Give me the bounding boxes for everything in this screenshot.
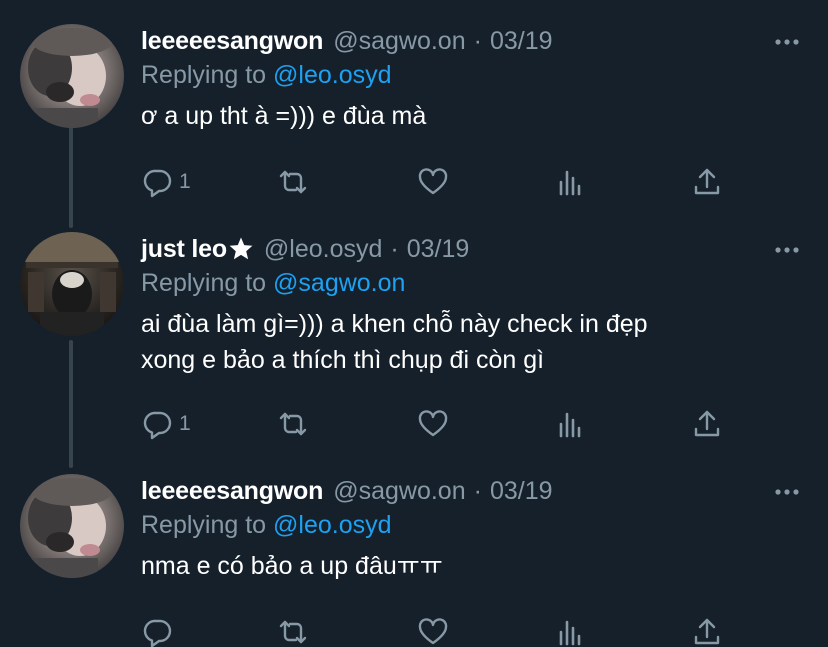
reply-count: 1 <box>179 412 191 435</box>
replying-to-line: Replying to @leo.osyd <box>141 508 801 542</box>
tweet[interactable]: leeeeesangwon @sagwo.on · 03/19 Replying… <box>0 474 828 647</box>
tweet-text: ai đùa làm gì=))) a khen chỗ này check i… <box>141 310 648 374</box>
analytics-bars-icon <box>555 616 587 647</box>
analytics-button[interactable] <box>555 614 587 647</box>
retweet-icon <box>277 616 309 647</box>
like-button[interactable] <box>417 406 449 442</box>
tweet-content: leeeeesangwon @sagwo.on · 03/19 Replying… <box>141 24 801 134</box>
user-handle[interactable]: @sagwo.on <box>333 477 465 506</box>
tweet-header: leeeeesangwon @sagwo.on · 03/19 <box>141 474 801 508</box>
analytics-bars-icon <box>555 408 587 440</box>
tweet-text: ơ a up tht à =))) e đùa mà <box>141 102 427 130</box>
share-button[interactable] <box>691 614 723 647</box>
display-name[interactable]: leeeeesangwon <box>141 477 323 506</box>
replying-to-mention[interactable]: @sagwo.on <box>273 269 405 297</box>
separator-dot: · <box>390 234 399 263</box>
more-dots-icon[interactable] <box>773 240 801 260</box>
replying-to-label: Replying to <box>141 511 274 539</box>
tweet-header: leeeeesangwon @sagwo.on · 03/19 <box>141 24 801 58</box>
reply-bubble-icon <box>141 166 173 198</box>
retweet-button[interactable] <box>277 406 309 442</box>
display-name[interactable]: leeeeesangwon <box>141 27 323 56</box>
replying-to-line: Replying to @sagwo.on <box>141 266 801 300</box>
like-button[interactable] <box>417 164 449 200</box>
reply-button[interactable] <box>141 614 179 647</box>
retweet-icon <box>277 408 309 440</box>
heart-icon <box>417 616 449 647</box>
heart-icon <box>417 408 449 440</box>
tweet[interactable]: leeeeesangwon @sagwo.on · 03/19 Replying… <box>0 24 828 214</box>
share-button[interactable] <box>691 406 723 442</box>
replying-to-label: Replying to <box>141 269 274 297</box>
tweet-date[interactable]: 03/19 <box>490 27 553 56</box>
share-upload-icon <box>691 616 723 647</box>
separator-dot: · <box>473 476 482 505</box>
tweet-actions: 1 <box>141 164 741 200</box>
tweet-header: just leo @leo.osyd · 03/19 <box>141 232 801 266</box>
avatar[interactable] <box>20 474 124 578</box>
more-dots-icon[interactable] <box>773 482 801 502</box>
avatar[interactable] <box>20 232 124 336</box>
tweet-date[interactable]: 03/19 <box>490 477 553 506</box>
separator-dot: · <box>473 26 482 55</box>
analytics-button[interactable] <box>555 164 587 200</box>
user-handle[interactable]: @sagwo.on <box>333 27 465 56</box>
retweet-button[interactable] <box>277 614 309 647</box>
replying-to-line: Replying to @leo.osyd <box>141 58 801 92</box>
share-upload-icon <box>691 166 723 198</box>
reply-bubble-icon <box>141 408 173 440</box>
tweet[interactable]: just leo @leo.osyd · 03/19 Replying to @… <box>0 232 828 452</box>
reply-count: 1 <box>179 170 191 193</box>
replying-to-label: Replying to <box>141 61 274 89</box>
share-button[interactable] <box>691 164 723 200</box>
reply-button[interactable]: 1 <box>141 406 191 442</box>
tweet-text: nma e có bảo a up đâuㅠㅠ <box>141 552 443 580</box>
display-name[interactable]: just leo <box>141 235 227 264</box>
tweet-date[interactable]: 03/19 <box>407 235 470 264</box>
retweet-icon <box>277 166 309 198</box>
like-button[interactable] <box>417 614 449 647</box>
tweet-content: leeeeesangwon @sagwo.on · 03/19 Replying… <box>141 474 801 584</box>
share-upload-icon <box>691 408 723 440</box>
retweet-button[interactable] <box>277 164 309 200</box>
replying-to-mention[interactable]: @leo.osyd <box>273 511 392 539</box>
conversation-thread: leeeeesangwon @sagwo.on · 03/19 Replying… <box>0 0 828 647</box>
reply-button[interactable]: 1 <box>141 164 191 200</box>
star-icon <box>228 236 254 262</box>
tweet-content: just leo @leo.osyd · 03/19 Replying to @… <box>141 232 801 378</box>
heart-icon <box>417 166 449 198</box>
more-dots-icon[interactable] <box>773 32 801 52</box>
user-handle[interactable]: @leo.osyd <box>264 235 383 264</box>
reply-bubble-icon <box>141 616 173 647</box>
analytics-bars-icon <box>555 166 587 198</box>
replying-to-mention[interactable]: @leo.osyd <box>273 61 392 89</box>
tweet-actions: 1 <box>141 406 741 442</box>
avatar[interactable] <box>20 24 124 128</box>
analytics-button[interactable] <box>555 406 587 442</box>
tweet-actions <box>141 614 741 647</box>
